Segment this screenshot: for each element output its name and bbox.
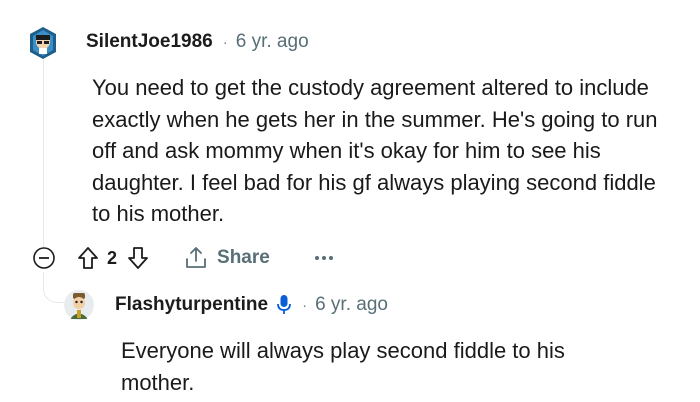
reply-thread-connector bbox=[43, 272, 64, 303]
thread-line bbox=[43, 58, 44, 248]
comment-age[interactable]: 6 yr. ago bbox=[236, 31, 309, 53]
share-button[interactable]: Share bbox=[183, 245, 270, 271]
comment-actions: 2 Share bbox=[33, 242, 334, 274]
share-icon bbox=[186, 247, 206, 268]
collapse-icon bbox=[33, 247, 55, 269]
upvote-button[interactable] bbox=[77, 246, 99, 270]
reply-age[interactable]: 6 yr. ago bbox=[315, 294, 388, 316]
ellipsis-icon bbox=[314, 256, 333, 260]
downvote-arrow-icon bbox=[128, 247, 148, 269]
microphone-icon bbox=[276, 294, 292, 316]
meta-separator: · bbox=[222, 33, 228, 51]
collapse-thread-button[interactable] bbox=[33, 247, 55, 269]
downvote-button[interactable] bbox=[127, 246, 149, 270]
avatar[interactable] bbox=[28, 26, 58, 60]
reply-body: Everyone will always play second fiddle … bbox=[121, 338, 565, 395]
comment-author[interactable]: SilentJoe1986 bbox=[86, 31, 213, 53]
reply-meta: Flashyturpentine · 6 yr. ago bbox=[115, 294, 388, 316]
share-label: Share bbox=[217, 247, 270, 268]
comment-meta: SilentJoe1986 · 6 yr. ago bbox=[86, 31, 309, 53]
comment-body: You need to get the custody agreement al… bbox=[92, 75, 658, 226]
upvote-arrow-icon bbox=[78, 247, 98, 269]
vote-count: 2 bbox=[107, 247, 118, 268]
more-options-button[interactable] bbox=[314, 255, 334, 261]
reply-author[interactable]: Flashyturpentine bbox=[115, 294, 268, 316]
meta-separator: · bbox=[302, 296, 308, 314]
reply-avatar[interactable] bbox=[64, 289, 94, 321]
